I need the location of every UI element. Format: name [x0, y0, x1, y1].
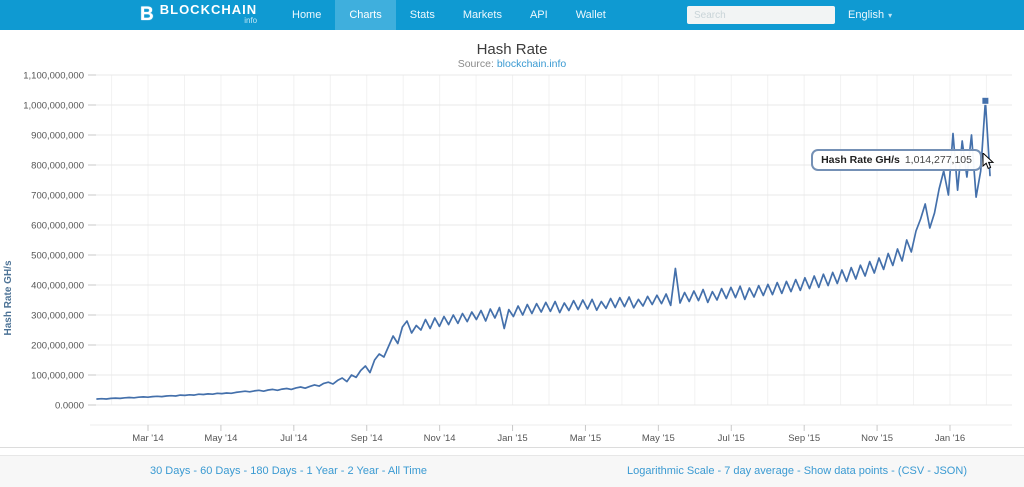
separator: -: [338, 465, 348, 477]
caret-down-icon: ▾: [888, 11, 892, 20]
separator: -: [888, 465, 898, 477]
option-7-day-average[interactable]: 7 day average: [724, 465, 794, 477]
range-180-days[interactable]: 180 Days: [250, 465, 296, 477]
main-nav: Home Charts Stats Markets API Wallet: [278, 0, 620, 30]
y-tick-label: 400,000,000: [31, 281, 84, 292]
range-1-year[interactable]: 1 Year: [307, 465, 338, 477]
separator: -: [794, 465, 804, 477]
hashrate-line-series: [97, 101, 990, 399]
chart-controls-footer: 30 Days - 60 Days - 180 Days - 1 Year - …: [0, 455, 1024, 487]
option-logarithmic-scale[interactable]: Logarithmic Scale: [627, 465, 714, 477]
nav-item-home[interactable]: Home: [278, 0, 335, 30]
x-tick-label: Sep '14: [351, 433, 383, 444]
bitcoin-b-icon: B: [140, 4, 154, 26]
separator: -: [924, 465, 934, 477]
x-tick-label: Sep '15: [788, 433, 820, 444]
x-tick-label: Nov '15: [861, 433, 893, 444]
y-tick-label: 800,000,000: [31, 161, 84, 172]
language-selector[interactable]: English ▾: [848, 0, 892, 30]
y-axis-title: Hash Rate GH/s: [3, 253, 15, 343]
nav-item-markets[interactable]: Markets: [449, 0, 516, 30]
y-tick-label: 0.0000: [55, 401, 84, 412]
x-tick-label: May '14: [204, 433, 237, 444]
language-label: English: [848, 9, 884, 21]
chart-option-links: Logarithmic Scale - 7 day average - Show…: [627, 465, 967, 477]
time-range-links: 30 Days - 60 Days - 180 Days - 1 Year - …: [150, 465, 427, 477]
separator: -: [190, 465, 200, 477]
y-tick-label: 200,000,000: [31, 341, 84, 352]
tooltip-label: Hash Rate GH/s: [821, 154, 900, 166]
paren-close: ): [963, 465, 967, 477]
mouse-cursor-icon: [982, 153, 996, 171]
y-tick-label: 100,000,000: [31, 371, 84, 382]
y-tick-label: 300,000,000: [31, 311, 84, 322]
x-tick-label: Jul '14: [280, 433, 307, 444]
brand-subtitle: info: [160, 16, 257, 26]
x-tick-label: Jan '15: [497, 433, 527, 444]
x-tick-label: Mar '15: [570, 433, 601, 444]
x-tick-label: Mar '14: [132, 433, 163, 444]
page: B BLOCKCHAIN info Home Charts Stats Mark…: [0, 0, 1024, 487]
y-tick-label: 1,100,000,000: [23, 71, 84, 82]
hover-tooltip: Hash Rate GH/s 1,014,277,105: [811, 149, 982, 171]
nav-item-charts[interactable]: Charts: [335, 0, 395, 30]
y-tick-label: 500,000,000: [31, 251, 84, 262]
divider: [0, 447, 1024, 448]
range-all-time[interactable]: All Time: [388, 465, 427, 477]
x-tick-label: Jul '15: [718, 433, 745, 444]
brand-name: BLOCKCHAIN: [160, 5, 257, 15]
nav-item-stats[interactable]: Stats: [396, 0, 449, 30]
range-2-year[interactable]: 2 Year: [348, 465, 379, 477]
blockchain-logo[interactable]: B BLOCKCHAIN info: [140, 0, 257, 30]
nav-item-wallet[interactable]: Wallet: [562, 0, 620, 30]
tooltip-value: 1,014,277,105: [905, 154, 972, 166]
range-30-days[interactable]: 30 Days: [150, 465, 190, 477]
x-tick-label: Nov '14: [424, 433, 456, 444]
hashrate-chart: Hash Rate GH/s 0.0000 100,000,000 200,000,…: [0, 60, 1024, 450]
chart-canvas: 0.0000 100,000,000 200,000,000 300,000,000 4…: [0, 60, 1024, 450]
top-navigation-bar: B BLOCKCHAIN info Home Charts Stats Mark…: [0, 0, 1024, 30]
separator: -: [241, 465, 251, 477]
nav-item-api[interactable]: API: [516, 0, 562, 30]
separator: -: [379, 465, 388, 477]
y-tick-label: 600,000,000: [31, 221, 84, 232]
separator: -: [714, 465, 724, 477]
page-title: Hash Rate: [0, 41, 1024, 58]
separator: -: [297, 465, 307, 477]
data-point-marker[interactable]: [982, 97, 989, 104]
y-tick-label: 1,000,000,000: [23, 101, 84, 112]
x-tick-label: Jan '16: [935, 433, 965, 444]
option-show-data-points[interactable]: Show data points: [804, 465, 888, 477]
x-tick-label: May '15: [642, 433, 675, 444]
range-60-days[interactable]: 60 Days: [200, 465, 240, 477]
search-input[interactable]: [687, 6, 835, 24]
y-tick-label: 900,000,000: [31, 131, 84, 142]
export-json[interactable]: JSON: [934, 465, 963, 477]
export-csv[interactable]: CSV: [902, 465, 925, 477]
y-tick-label: 700,000,000: [31, 191, 84, 202]
